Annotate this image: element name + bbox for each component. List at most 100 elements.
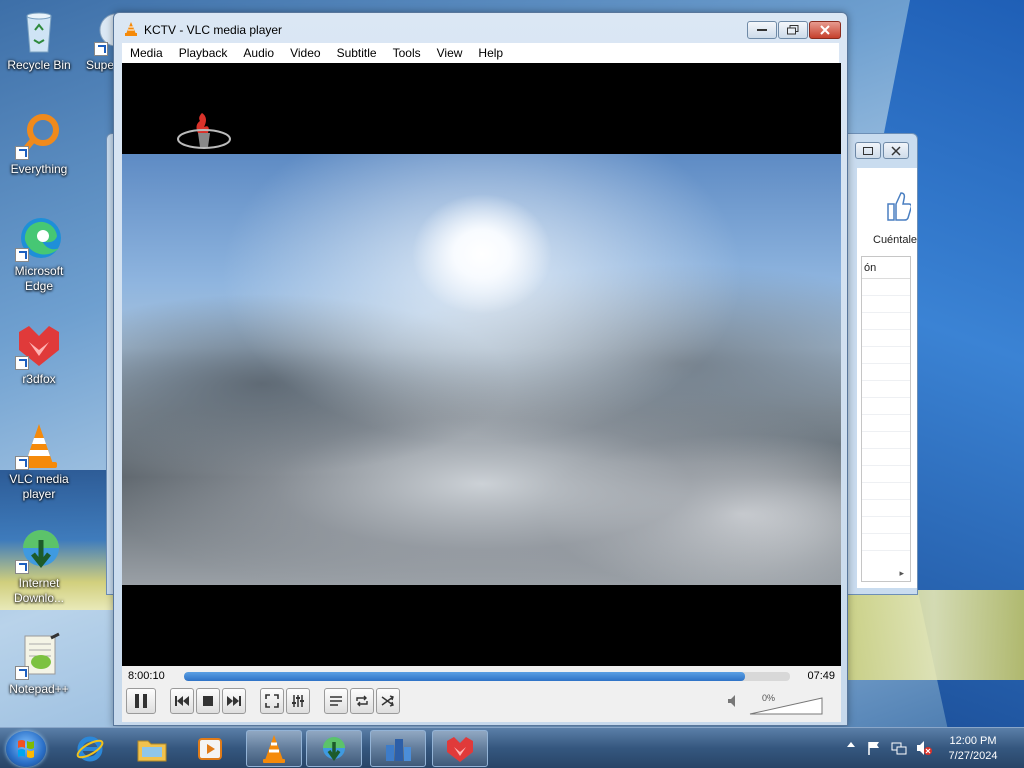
previous-button[interactable] <box>170 688 194 714</box>
volume-slider[interactable] <box>749 693 823 715</box>
skip-forward-icon <box>227 696 241 706</box>
desktop-icon-recycle-bin[interactable]: Recycle Bin <box>1 8 77 73</box>
shortcut-arrow-icon <box>15 560 29 574</box>
shuffle-button[interactable] <box>376 688 400 714</box>
playlist-icon <box>330 696 342 706</box>
window-title: KCTV - VLC media player <box>144 23 283 37</box>
seek-progress <box>184 672 746 681</box>
internet-explorer-icon <box>76 736 104 761</box>
skip-back-icon <box>175 696 189 706</box>
restore-icon <box>787 25 799 35</box>
taskbar: 12:00 PM 7/27/2024 <box>0 727 1024 768</box>
shortcut-arrow-icon <box>15 356 29 370</box>
taskbar-internet-explorer[interactable] <box>62 730 118 767</box>
vlc-window[interactable]: KCTV - VLC media player Media Playback A… <box>113 12 848 726</box>
recycle-bin-icon <box>15 8 63 56</box>
menu-help[interactable]: Help <box>470 43 511 63</box>
shortcut-arrow-icon <box>15 248 29 262</box>
remaining-time[interactable]: 07:49 <box>807 670 835 682</box>
taskbar-r3dfox[interactable] <box>432 730 488 767</box>
pause-button[interactable] <box>126 688 156 714</box>
fullscreen-button[interactable] <box>260 688 284 714</box>
shortcut-arrow-icon <box>15 666 29 680</box>
playlist-button[interactable] <box>324 688 348 714</box>
vlc-icon <box>263 734 285 763</box>
system-clock[interactable]: 12:00 PM 7/27/2024 <box>940 734 1006 764</box>
maximize-button[interactable] <box>855 142 881 159</box>
folder-icon <box>137 740 167 761</box>
menu-subtitle[interactable]: Subtitle <box>329 43 385 63</box>
taskbar-internet-download-manager[interactable] <box>306 730 362 767</box>
video-area[interactable] <box>122 63 841 666</box>
seek-bar[interactable] <box>184 672 790 681</box>
menu-playback[interactable]: Playback <box>171 43 236 63</box>
pause-icon <box>135 694 147 708</box>
close-button[interactable] <box>883 142 909 159</box>
playback-controls: 8:00:10 07:49 0% <box>122 666 841 722</box>
r3dfox-icon <box>447 736 473 762</box>
close-icon <box>820 25 830 35</box>
taskbar-media-player[interactable] <box>182 730 238 767</box>
minimize-icon <box>757 29 767 31</box>
edge-icon <box>15 214 63 262</box>
network-icon[interactable] <box>891 740 907 756</box>
title-bar[interactable]: KCTV - VLC media player <box>114 13 847 43</box>
video-frame <box>122 154 841 585</box>
show-hidden-icons-button[interactable] <box>847 742 855 747</box>
elapsed-time[interactable]: 8:00:10 <box>128 670 165 682</box>
desktop-icon-vlc[interactable]: VLC media player <box>1 422 77 502</box>
desktop-icon-supe[interactable]: Supe <box>78 8 118 73</box>
taskbar-vlc[interactable] <box>246 730 302 767</box>
action-center-flag-icon[interactable] <box>866 740 882 756</box>
vlc-cone-icon <box>125 22 137 36</box>
minimize-button[interactable] <box>747 21 777 39</box>
vlc-icon <box>15 422 63 470</box>
maximize-icon <box>863 146 873 155</box>
column-header[interactable]: ón <box>862 257 910 279</box>
desktop-icon-edge[interactable]: Microsoft Edge <box>1 214 77 294</box>
media-player-icon <box>198 737 222 760</box>
menu-audio[interactable]: Audio <box>235 43 282 63</box>
taskbar-app-gallery[interactable] <box>370 730 426 767</box>
desktop-icon-idm[interactable]: Internet Downlo... <box>1 526 77 606</box>
extended-settings-button[interactable] <box>286 688 310 714</box>
menu-bar: Media Playback Audio Video Subtitle Tool… <box>122 43 839 63</box>
start-button[interactable] <box>6 731 46 767</box>
menu-media[interactable]: Media <box>122 43 171 63</box>
channel-logo-icon <box>177 113 231 149</box>
shortcut-arrow-icon <box>15 456 29 470</box>
shortcut-arrow-icon <box>94 42 108 56</box>
speaker-icon[interactable] <box>727 694 739 708</box>
fullscreen-icon <box>265 694 279 708</box>
menu-view[interactable]: View <box>429 43 471 63</box>
menu-video[interactable]: Video <box>282 43 328 63</box>
loop-button[interactable] <box>350 688 374 714</box>
clock-date: 7/27/2024 <box>948 750 998 762</box>
idm-icon <box>323 736 345 761</box>
shortcut-arrow-icon <box>15 146 29 160</box>
close-icon <box>891 145 901 156</box>
thumbs-up-icon[interactable] <box>885 190 911 222</box>
desktop-icon-everything[interactable]: Everything <box>1 112 77 177</box>
equalizer-icon <box>292 695 304 707</box>
scroll-right-icon[interactable]: ▸ <box>899 568 904 579</box>
r3dfox-icon <box>15 322 63 370</box>
taskbar-file-explorer[interactable] <box>124 730 180 767</box>
everything-icon <box>15 112 63 160</box>
wallpaper-shape <box>844 590 1024 680</box>
list-view[interactable]: ón ▸ <box>861 256 911 582</box>
next-button[interactable] <box>222 688 246 714</box>
maximize-button[interactable] <box>778 21 808 39</box>
stop-icon <box>203 696 213 706</box>
app-gallery-icon <box>386 738 411 761</box>
menu-tools[interactable]: Tools <box>385 43 429 63</box>
loop-icon <box>356 695 368 707</box>
stop-button[interactable] <box>196 688 220 714</box>
shuffle-icon <box>381 695 394 707</box>
close-button[interactable] <box>809 21 841 39</box>
cuentale-button[interactable]: Cuéntale <box>873 234 917 246</box>
idm-icon <box>15 526 63 574</box>
desktop-icon-r3dfox[interactable]: r3dfox <box>1 322 77 387</box>
desktop-icon-notepadpp[interactable]: Notepad++ <box>1 632 77 697</box>
volume-muted-icon[interactable] <box>916 740 932 756</box>
